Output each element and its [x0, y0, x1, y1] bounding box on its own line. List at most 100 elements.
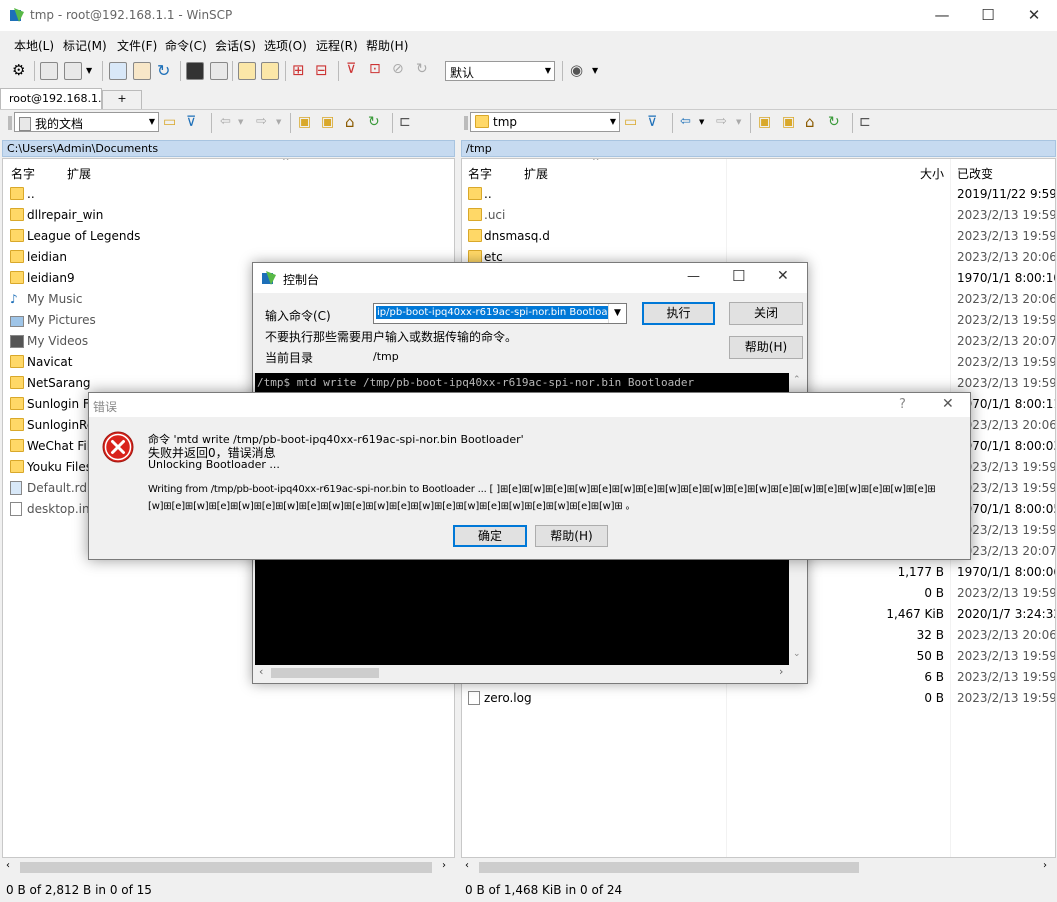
menu-commands[interactable]: 命令(C) — [165, 37, 207, 54]
open-folder-icon[interactable]: ▭ — [624, 114, 637, 130]
preferences-gear-icon[interactable]: ⚙ — [12, 61, 25, 79]
chevron-right-icon[interactable]: › — [442, 860, 446, 871]
minimize-button[interactable]: — — [919, 0, 965, 31]
left-path-bar[interactable]: C:\Users\Admin\Documents — [2, 140, 455, 157]
list-item[interactable]: .. — [3, 184, 454, 205]
chevron-down-icon[interactable]: ▼ — [736, 118, 741, 126]
chevron-left-icon[interactable]: ‹ — [465, 860, 469, 871]
filter-icon[interactable]: ⊽ — [346, 61, 356, 77]
find-files-icon[interactable] — [261, 62, 279, 80]
error-help-button[interactable]: ? — [899, 397, 906, 412]
refresh-icon[interactable]: ↻ — [368, 114, 380, 130]
file-name: leidian9 — [27, 271, 75, 285]
clear-selection-icon[interactable]: ⊘ — [392, 61, 404, 77]
console-close-button[interactable]: 关闭 — [729, 302, 803, 325]
column-header-ext[interactable]: 扩展 — [67, 165, 91, 182]
reload-icon[interactable]: ↻ — [416, 61, 428, 77]
filter-icon[interactable]: ⊽ — [647, 114, 657, 130]
column-header-name[interactable]: 名字 — [468, 165, 492, 182]
right-path-bar[interactable]: /tmp — [461, 140, 1056, 157]
back-arrow-icon[interactable]: ⇦ — [680, 114, 691, 129]
file-name: .. — [27, 187, 35, 201]
terminal-icon[interactable] — [186, 62, 204, 80]
column-header-name[interactable]: 名字 — [11, 165, 35, 182]
list-item[interactable]: .. 2019/11/22 9:59: — [462, 184, 1055, 205]
close-button[interactable]: ✕ — [1011, 0, 1057, 31]
file-name: Navicat — [27, 355, 73, 369]
menu-options[interactable]: 选项(O) — [264, 37, 307, 54]
transfer-settings-select[interactable]: 默认 ▼ — [445, 61, 555, 81]
chevron-up-icon[interactable]: ⌃ — [793, 375, 801, 385]
right-horizontal-scrollbar[interactable]: ‹ › — [461, 859, 1056, 876]
list-item[interactable]: dllrepair_win — [3, 205, 454, 226]
console-horizontal-scrollbar[interactable]: ‹ › — [255, 665, 789, 681]
list-item[interactable]: League of Legends — [3, 226, 454, 247]
error-help-dialog-button[interactable]: 帮助(H) — [535, 525, 608, 547]
maximize-button[interactable]: ☐ — [965, 0, 1011, 31]
menu-session[interactable]: 会话(S) — [215, 37, 256, 54]
left-location-select[interactable]: 我的文档 ▼ — [14, 112, 159, 132]
root-folder-icon[interactable]: ▣ — [321, 114, 334, 130]
chevron-down-icon[interactable]: ▼ — [699, 118, 704, 126]
compare-icon[interactable] — [40, 62, 58, 80]
list-item[interactable]: zero.log 0 B 2023/2/13 19:59: — [462, 688, 1055, 709]
list-item[interactable]: dnsmasq.d 2023/2/13 19:59: — [462, 226, 1055, 247]
parent-folder-icon[interactable]: ▣ — [758, 114, 771, 130]
select-plus-icon[interactable]: ⊞ — [292, 61, 305, 79]
error-ok-button[interactable]: 确定 — [453, 525, 527, 547]
menu-mark[interactable]: 标记(M) — [63, 37, 107, 54]
select-minus-icon[interactable]: ⊟ — [315, 61, 328, 79]
chevron-down-icon[interactable]: ⌄ — [793, 649, 801, 659]
console-minimize-button[interactable]: — — [687, 269, 700, 284]
column-header-ext[interactable]: 扩展 — [524, 165, 548, 182]
open-folder-icon[interactable]: ▭ — [163, 114, 176, 130]
tree-icon[interactable]: ⊏ — [859, 114, 871, 130]
refresh-icon[interactable]: ↻ — [157, 61, 170, 80]
chevron-down-icon[interactable]: ▼ — [276, 118, 281, 126]
sync-browse-icon[interactable] — [109, 62, 127, 80]
left-horizontal-scrollbar[interactable]: ‹ › — [2, 859, 455, 876]
refresh-icon[interactable]: ↻ — [828, 114, 840, 130]
command-input[interactable]: ip/pb-boot-ipq40xx-r619ac-spi-nor.bin Bo… — [373, 303, 627, 324]
menu-file[interactable]: 文件(F) — [117, 37, 157, 54]
menu-local[interactable]: 本地(L) — [14, 37, 54, 54]
toggle-selection-icon[interactable]: ⊡ — [369, 61, 381, 77]
console-close-icon[interactable]: ✕ — [777, 268, 789, 284]
new-tab-button[interactable]: + — [102, 90, 142, 109]
chevron-left-icon[interactable]: ‹ — [259, 665, 263, 678]
menu-help[interactable]: 帮助(H) — [366, 37, 408, 54]
chevron-down-icon[interactable]: ▼ — [608, 304, 626, 323]
console-icon[interactable] — [210, 62, 228, 80]
chevron-down-icon[interactable]: ▼ — [592, 66, 598, 75]
home-icon[interactable]: ⌂ — [345, 113, 355, 131]
list-item[interactable]: .uci 2023/2/13 19:59: — [462, 205, 1055, 226]
synchronize-icon[interactable] — [133, 62, 151, 80]
chevron-right-icon[interactable]: › — [779, 665, 783, 678]
globe-icon[interactable]: ◉ — [570, 61, 583, 79]
column-header-size[interactable]: 大小 — [920, 165, 944, 182]
forward-arrow-icon[interactable]: ⇨ — [716, 114, 727, 129]
column-header-changed[interactable]: 已改变 — [957, 165, 993, 182]
chevron-down-icon[interactable]: ▼ — [86, 66, 92, 75]
console-maximize-button[interactable]: ☐ — [732, 267, 745, 285]
filter-icon[interactable]: ⊽ — [186, 114, 196, 130]
queue-icon[interactable] — [64, 62, 82, 80]
chevron-right-icon[interactable]: › — [1043, 860, 1047, 871]
root-folder-icon[interactable]: ▣ — [782, 114, 795, 130]
chevron-down-icon[interactable]: ▼ — [238, 118, 243, 126]
tab-session[interactable]: root@192.168.1.1 — [0, 88, 109, 109]
chevron-left-icon[interactable]: ‹ — [6, 860, 10, 871]
file-changed: 1970/1/1 8:00:03 — [957, 439, 1056, 453]
session-folders-icon[interactable] — [238, 62, 256, 80]
home-icon[interactable]: ⌂ — [805, 113, 815, 131]
parent-folder-icon[interactable]: ▣ — [298, 114, 311, 130]
console-help-button[interactable]: 帮助(H) — [729, 336, 803, 359]
error-close-button[interactable]: ✕ — [942, 396, 954, 412]
forward-arrow-icon[interactable]: ⇨ — [256, 114, 267, 129]
menu-remote[interactable]: 远程(R) — [316, 37, 358, 54]
back-arrow-icon[interactable]: ⇦ — [220, 114, 231, 129]
execute-button[interactable]: 执行 — [642, 302, 715, 325]
error-line-5: [w]⊞[e]⊞[w]⊞[e]⊞[w]⊞[e]⊞[w]⊞[e]⊞[w]⊞[e]⊞… — [148, 501, 636, 512]
right-location-select[interactable]: tmp ▼ — [470, 112, 620, 132]
tree-icon[interactable]: ⊏ — [399, 114, 411, 130]
